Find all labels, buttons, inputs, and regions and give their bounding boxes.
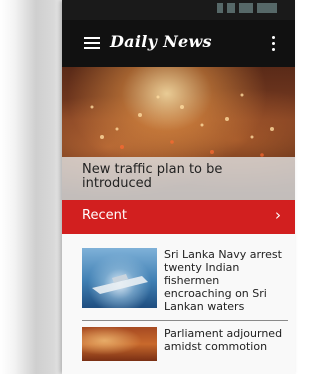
recent-label: Recent xyxy=(82,208,127,223)
phone-screen: Daily News New traffic plan to be introd… xyxy=(62,0,295,374)
news-title: Parliament adjourned amidst commotion xyxy=(164,327,283,353)
hamburger-menu-icon[interactable] xyxy=(84,37,100,49)
app-bar: Daily News xyxy=(62,20,295,67)
recent-section-header[interactable]: Recent › xyxy=(62,200,295,234)
status-icons xyxy=(217,3,277,13)
chevron-right-icon[interactable]: › xyxy=(275,206,281,224)
news-list: Sri Lanka Navy arrest twenty Indian fish… xyxy=(62,234,295,374)
news-title: Sri Lanka Navy arrest twenty Indian fish… xyxy=(164,248,282,313)
app-title: Daily News xyxy=(110,32,212,51)
hero-title[interactable]: New traffic plan to be introduced xyxy=(82,163,282,191)
more-vert-icon[interactable] xyxy=(272,36,275,51)
navy-boat-thumbnail xyxy=(82,248,157,308)
parliament-thumbnail xyxy=(82,327,157,361)
divider xyxy=(82,320,288,321)
status-bar xyxy=(62,0,295,20)
boat-image xyxy=(92,274,148,294)
